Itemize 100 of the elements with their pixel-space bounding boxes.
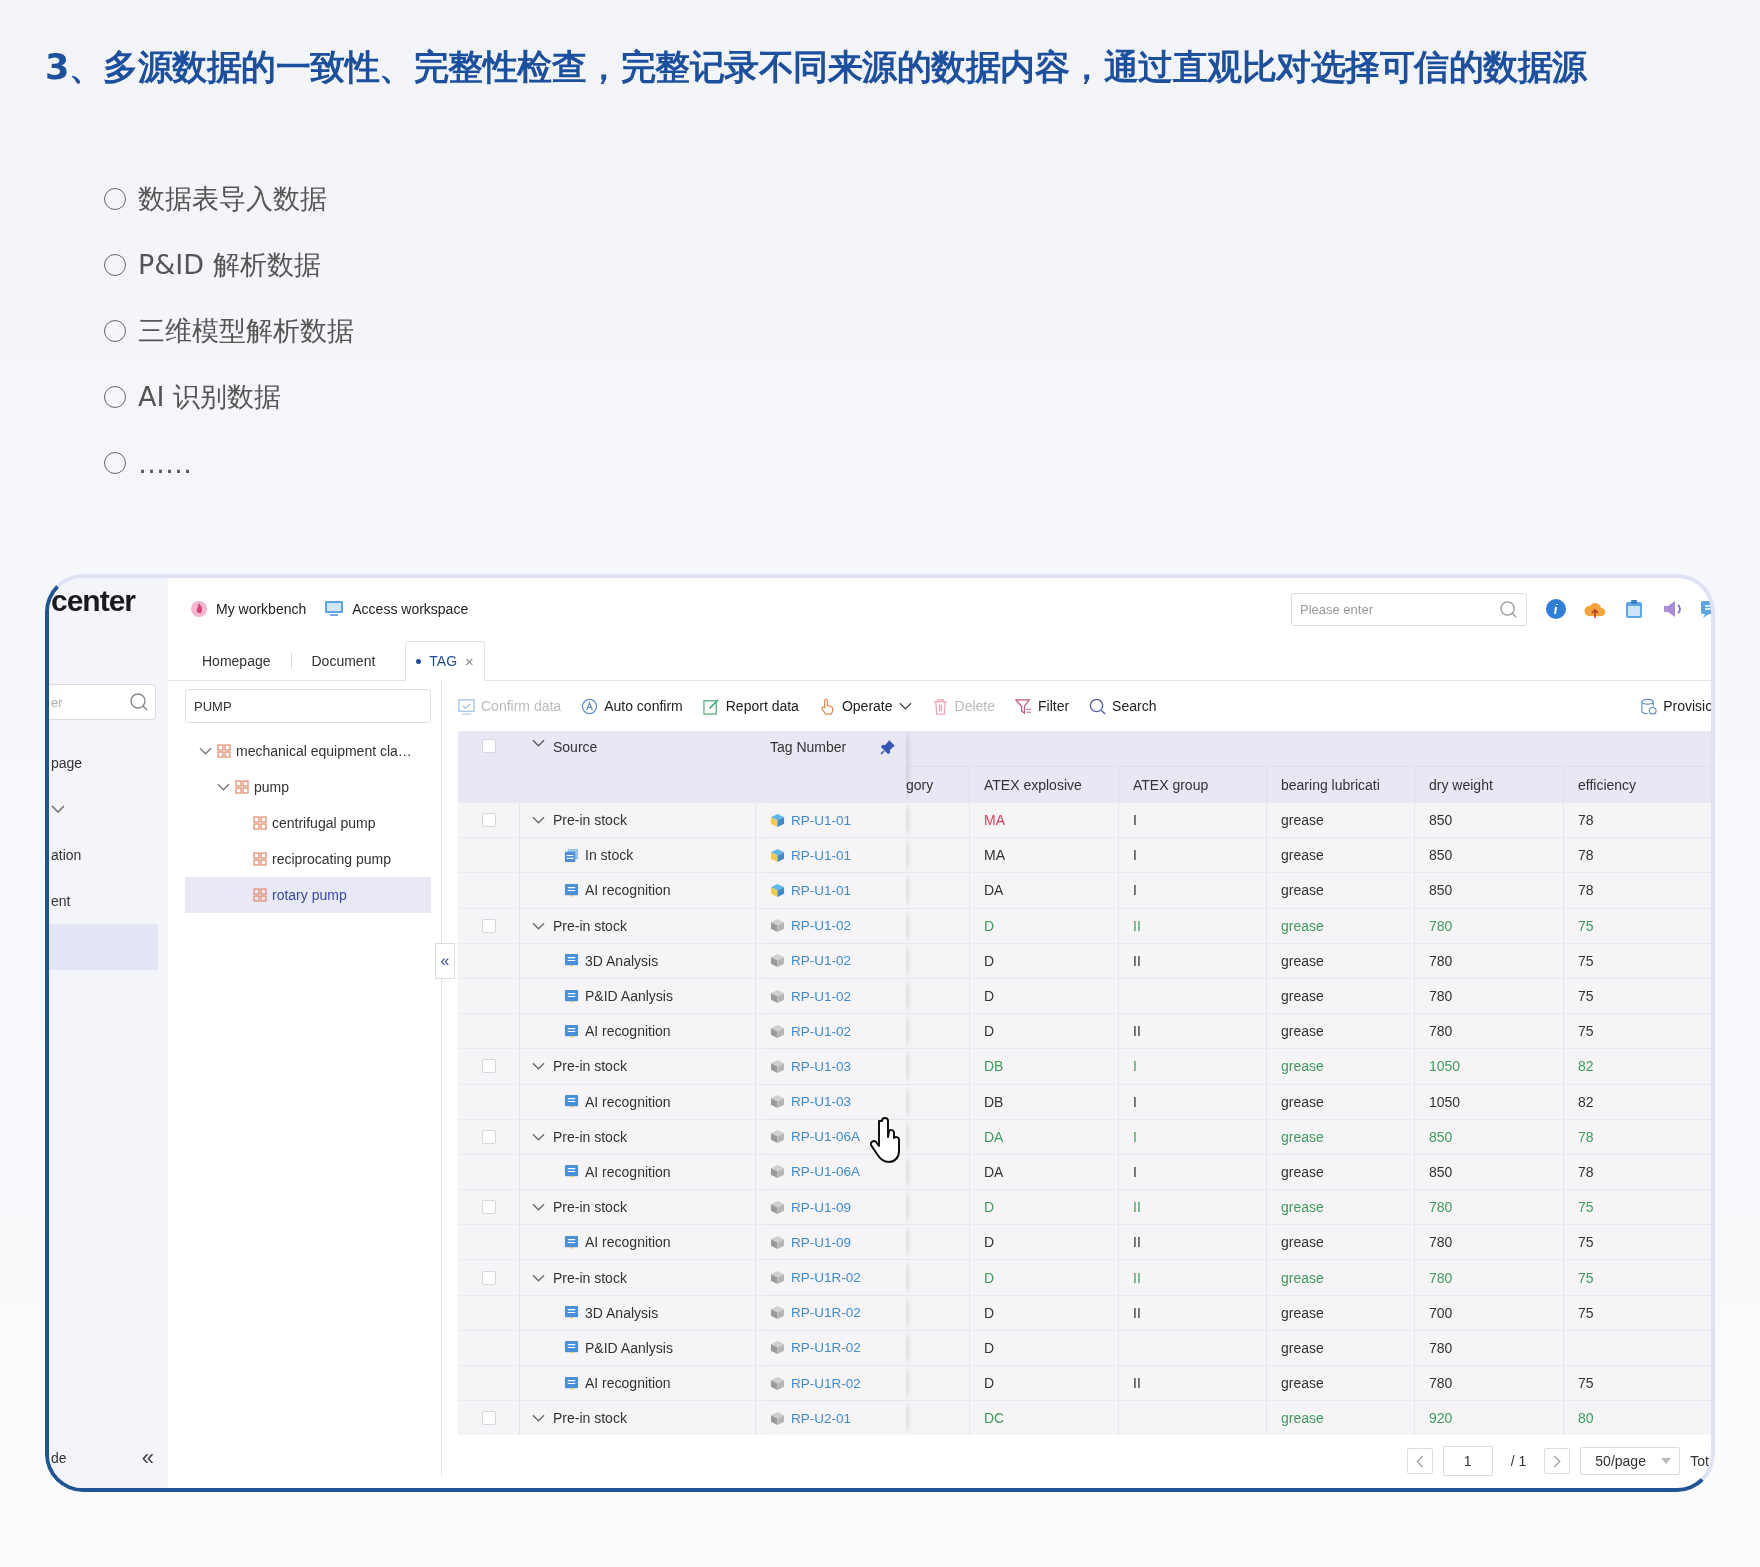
source-label: Pre-in stock <box>553 1058 627 1075</box>
chevron-down-icon[interactable] <box>532 816 545 825</box>
checkbox[interactable] <box>481 1059 496 1074</box>
table-cell: 850 <box>1429 847 1453 864</box>
monitor-check-icon <box>458 697 475 715</box>
tree-item[interactable]: rotary pump <box>185 877 431 913</box>
column-header[interactable]: ATEX explosive <box>970 767 1119 802</box>
speaker-icon[interactable] <box>1661 598 1683 620</box>
table-cell: I <box>1133 812 1137 829</box>
table-cell: MA <box>984 847 1005 864</box>
toolbar-button[interactable]: Auto confirm <box>581 697 683 715</box>
source-label: Pre-in stock <box>553 1199 627 1216</box>
source-label: AI recognition <box>585 882 671 899</box>
search-icon <box>1089 697 1107 715</box>
database-icon <box>1640 697 1658 715</box>
sidebar-item[interactable]: ation <box>49 832 168 878</box>
chevron-down-icon[interactable] <box>532 1062 545 1071</box>
grid-icon <box>253 816 267 830</box>
table-cell: grease <box>1281 952 1324 969</box>
page-size-select[interactable]: 50/page <box>1580 1447 1681 1476</box>
table-cell: I <box>1133 847 1137 864</box>
source-label: AI recognition <box>585 1023 671 1040</box>
toolbar-button[interactable]: Report data <box>702 697 799 715</box>
monitor-icon <box>324 600 345 618</box>
sidebar-item[interactable]: page <box>49 740 168 786</box>
toolbar-button[interactable]: Operate <box>818 697 912 715</box>
table-cell: D <box>984 1269 995 1286</box>
grid-icon <box>253 888 267 902</box>
table-cell: D <box>984 952 995 969</box>
column-header[interactable]: Source <box>520 731 756 801</box>
checkbox[interactable] <box>481 918 496 933</box>
tree-item[interactable]: centrifugal pump <box>185 805 431 841</box>
table-cell: grease <box>1281 882 1324 899</box>
table-cell: II <box>1133 1234 1141 1251</box>
column-header[interactable]: dry weight <box>1415 767 1564 802</box>
chevron-right-icon <box>1553 1454 1562 1468</box>
source-label: P&ID Aanlysis <box>585 1339 673 1356</box>
header-link[interactable]: Access workspace <box>324 600 469 618</box>
tab[interactable]: Document <box>291 642 396 680</box>
table-cell: D <box>984 988 995 1005</box>
column-header[interactable]: Tag Number <box>770 739 847 755</box>
checkbox[interactable] <box>481 1411 496 1426</box>
table-cell: grease <box>1281 1375 1324 1392</box>
column-header[interactable]: ATEX group <box>1119 767 1267 802</box>
chevron-down-icon <box>217 783 230 791</box>
header-link[interactable]: My workbench <box>190 600 307 618</box>
tree-item[interactable]: reciprocating pump <box>185 841 431 877</box>
column-header[interactable]: efficiency <box>1564 767 1711 802</box>
option-label: …… <box>138 447 192 479</box>
chevron-down-icon[interactable] <box>532 1414 545 1423</box>
table-cell: D <box>984 1304 995 1321</box>
tree-item[interactable]: pump <box>185 769 431 805</box>
table-cell: 78 <box>1578 1163 1594 1180</box>
checkbox[interactable] <box>481 813 496 828</box>
checkbox[interactable] <box>481 1200 496 1215</box>
source-label: AI recognition <box>585 1375 671 1392</box>
grid-icon <box>235 780 249 794</box>
toolbar-button[interactable]: Search <box>1089 697 1157 715</box>
checkbox[interactable] <box>481 739 496 753</box>
tree-item[interactable]: mechanical equipment cla… <box>185 733 431 769</box>
info-icon[interactable] <box>1545 598 1567 620</box>
checkbox[interactable] <box>481 1270 496 1285</box>
tab[interactable]: Homepage <box>182 642 291 680</box>
table-cell: 780 <box>1429 1375 1453 1392</box>
close-icon[interactable]: × <box>465 652 474 670</box>
chevron-down-icon[interactable] <box>532 1273 545 1282</box>
source-label: Pre-in stock <box>553 812 627 829</box>
next-page-button[interactable] <box>1544 1448 1571 1475</box>
column-header[interactable]: bearing lubricati <box>1267 767 1415 802</box>
toolbar-button[interactable]: Filter <box>1015 697 1070 715</box>
table-cell: 75 <box>1578 1375 1594 1392</box>
pin-icon[interactable] <box>880 739 896 755</box>
table-cell: D <box>984 1375 995 1392</box>
tab[interactable]: TAG × <box>405 641 485 681</box>
checkbox[interactable] <box>481 1129 496 1144</box>
collapse-handle[interactable]: « <box>435 943 455 979</box>
previous-page-button[interactable] <box>1406 1448 1433 1475</box>
collapse-button[interactable]: « <box>137 1445 158 1471</box>
page-field[interactable]: 1 <box>1442 1446 1493 1477</box>
table-cell: grease <box>1281 1128 1324 1145</box>
table-cell: 780 <box>1429 1199 1453 1216</box>
source-label: Pre-in stock <box>553 917 627 934</box>
grid-icon <box>253 852 267 866</box>
table-cell: grease <box>1281 1023 1324 1040</box>
table-cell: D <box>984 1339 995 1356</box>
chevron-down-icon[interactable] <box>532 1203 545 1212</box>
table-cell: II <box>1133 1269 1141 1286</box>
clipboard-icon[interactable] <box>1623 598 1645 620</box>
table-cell: 75 <box>1578 1199 1594 1216</box>
column-header[interactable]: gory <box>906 767 970 802</box>
table-cell: 82 <box>1578 1058 1594 1075</box>
active-dot-icon <box>416 658 422 664</box>
document-icon <box>564 882 579 898</box>
document-icon <box>564 953 579 969</box>
table-cell: 850 <box>1429 1163 1453 1180</box>
chevron-down-icon[interactable] <box>532 1132 545 1141</box>
chevron-down-icon[interactable] <box>532 921 545 930</box>
search-field[interactable]: PUMP <box>185 689 431 723</box>
sidebar-item[interactable]: ent <box>49 878 168 924</box>
table-cell: grease <box>1281 1234 1324 1251</box>
